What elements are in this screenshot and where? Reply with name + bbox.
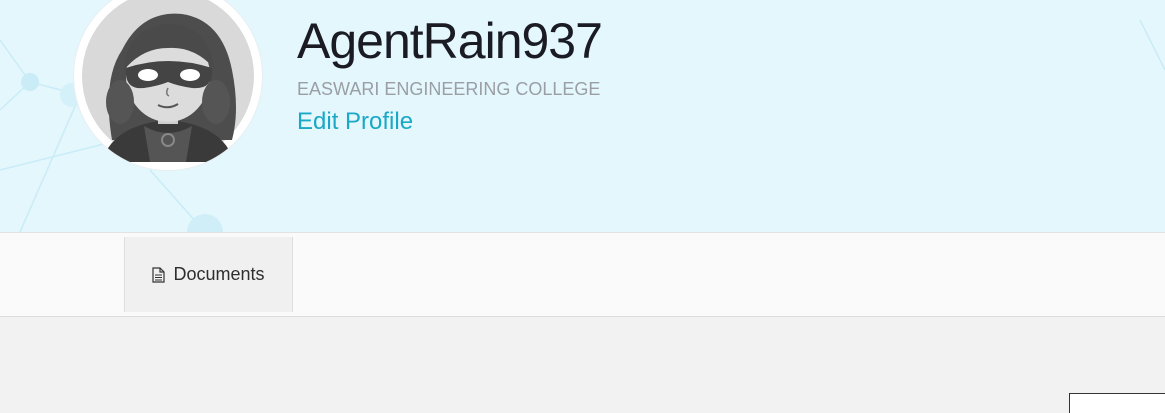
superhero-avatar-icon bbox=[82, 0, 254, 162]
content-panel-edge bbox=[1069, 393, 1165, 413]
college-name: EASWARI ENGINEERING COLLEGE bbox=[297, 79, 601, 99]
profile-banner: AgentRain937 EASWARI ENGINEERING COLLEGE… bbox=[0, 0, 1165, 232]
edit-profile-link[interactable]: Edit Profile bbox=[297, 108, 413, 136]
page-title: AgentRain937 bbox=[297, 13, 603, 69]
tab-label: Documents bbox=[173, 264, 265, 284]
avatar[interactable] bbox=[74, 0, 262, 170]
document-icon bbox=[152, 266, 166, 283]
profile-tab-bar: Documents bbox=[0, 232, 1165, 317]
tab-documents[interactable]: Documents bbox=[124, 237, 293, 312]
